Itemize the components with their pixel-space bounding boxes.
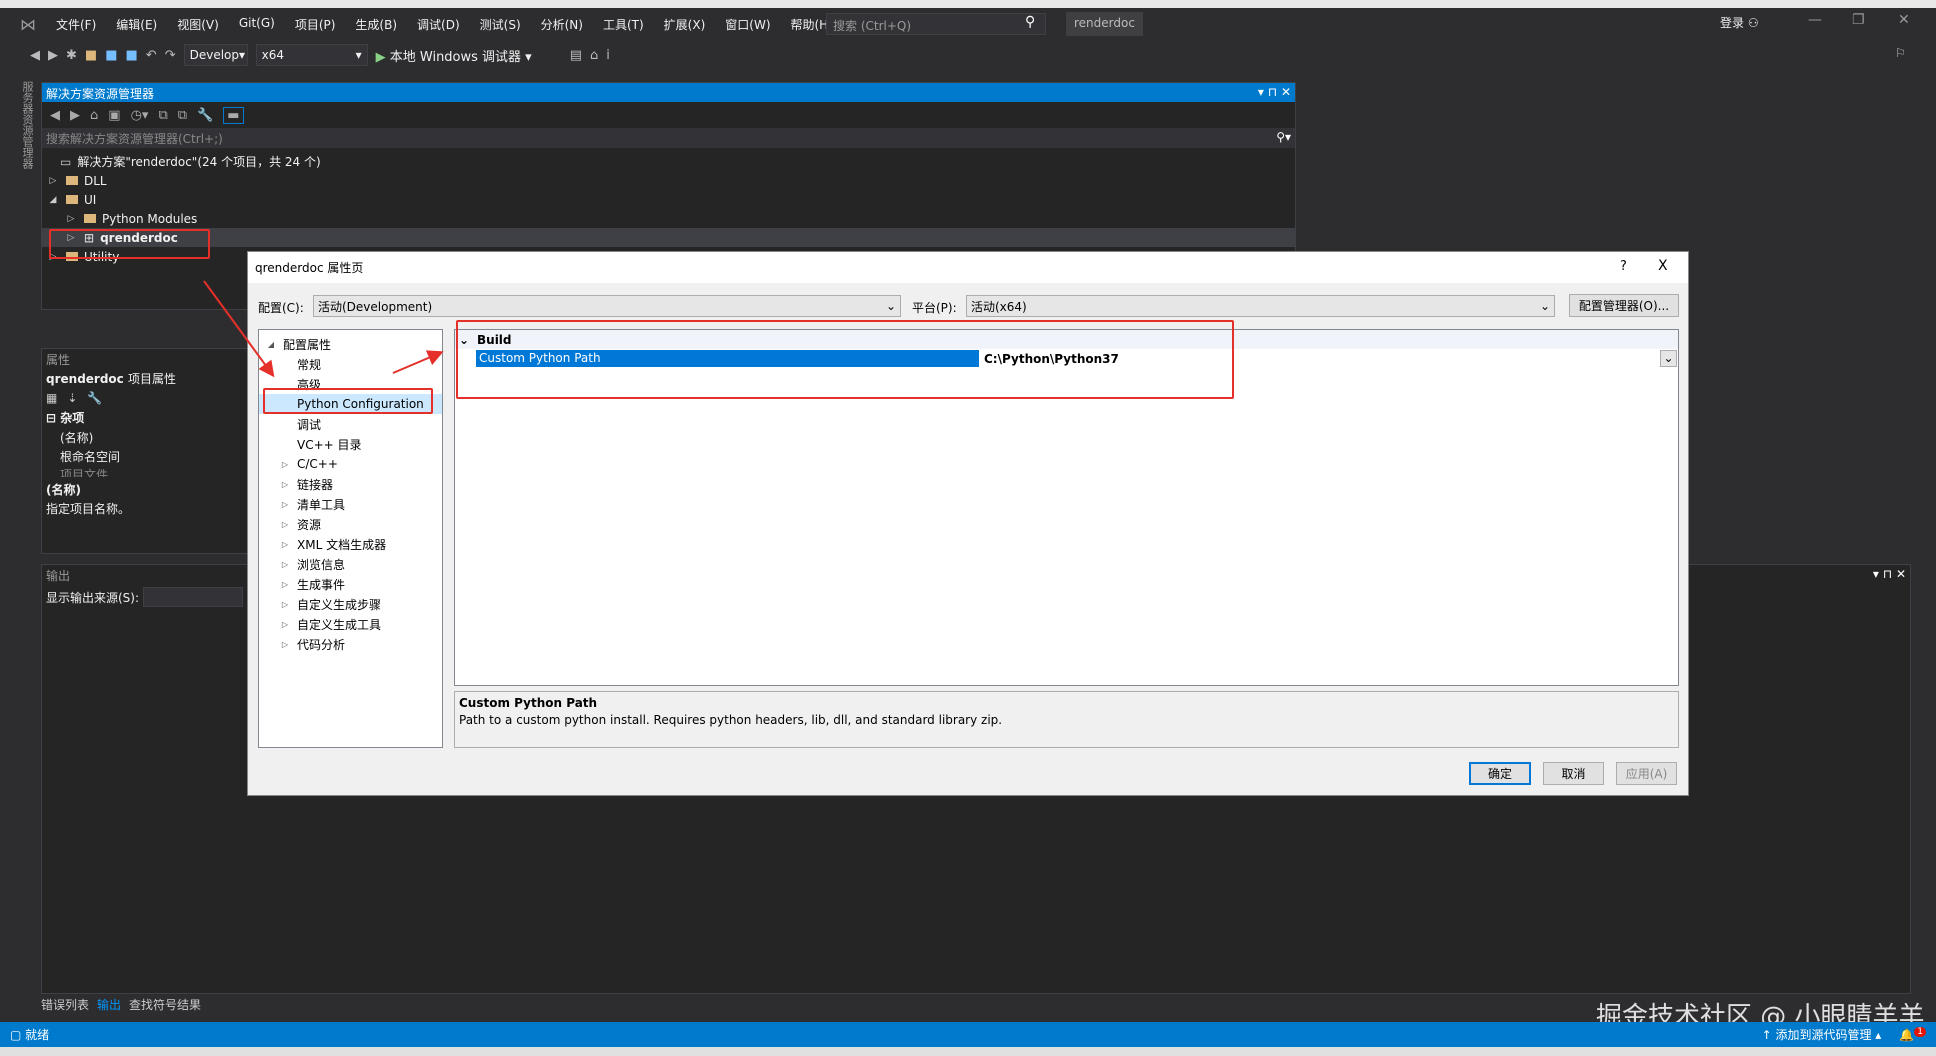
annotation-arrows bbox=[203, 280, 444, 378]
arrow-to-python-configuration bbox=[203, 280, 275, 378]
arrow-to-build bbox=[392, 350, 444, 374]
